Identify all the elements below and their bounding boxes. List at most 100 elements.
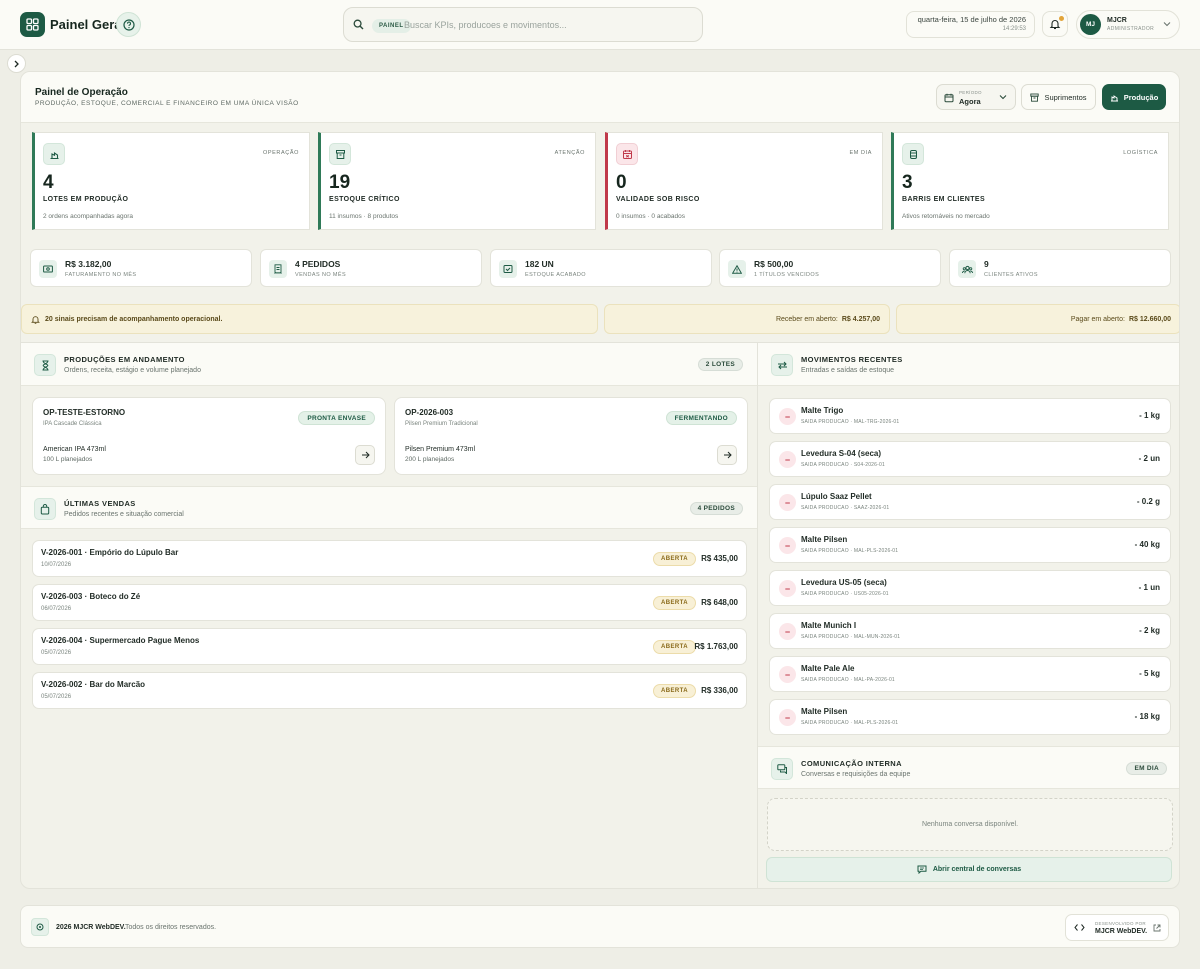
developer-name: MJCR WebDEV. [1095, 928, 1148, 935]
movement-row[interactable]: − Malte Pilsen SAIDA PRODUCAO · MAL-PLS-… [769, 527, 1171, 563]
open-production-button[interactable] [355, 445, 375, 465]
stat-overdue: R$ 500,00 1 TÍTULOS VENCIDOS [719, 249, 941, 287]
message-icon [917, 865, 927, 874]
section-subtitle: Ordens, receita, estágio e volume planej… [64, 367, 201, 374]
sale-row[interactable]: V-2026-003 · Boteco do Zé 06/07/2026 ABE… [32, 584, 747, 621]
search-input[interactable] [404, 17, 694, 33]
signals-alert[interactable]: 20 sinais precisam de acompanhamento ope… [21, 304, 598, 334]
receivables-value: R$ 4.257,00 [841, 316, 880, 323]
stat-finished-stock: 182 UN ESTOQUE ACABADO [490, 249, 712, 287]
logo-icon [31, 918, 49, 936]
sale-row[interactable]: V-2026-004 · Supermercado Pague Menos 05… [32, 628, 747, 665]
stat-revenue: R$ 3.182,00 FATURAMENTO NO MÊS [30, 249, 252, 287]
kpi-label: ESTOQUE CRÍTICO [329, 196, 400, 203]
kpi-card-kegs: LOGÍSTICA 3 BARRIS EM CLIENTES Ativos re… [891, 132, 1169, 230]
user-menu[interactable]: MJ MJCR ADMINISTRADOR [1076, 10, 1180, 39]
page-subtitle: PRODUÇÃO, ESTOQUE, COMERCIAL E FINANCEIR… [35, 100, 299, 107]
kpi-card-expiry-risk: EM DIA 0 VALIDADE SOB RISCO 0 insumos · … [605, 132, 883, 230]
movement-qty: - 0.2 g [1136, 497, 1160, 506]
productions-header: PRODUÇÕES EM ANDAMENTO Ordens, receita, … [21, 343, 757, 386]
sale-date: 06/07/2026 [41, 606, 72, 612]
production-recipe: IPA Cascade Clássica [43, 421, 102, 427]
production-button[interactable]: Produção [1102, 84, 1166, 110]
status-badge: PRONTA ENVASE [298, 411, 375, 425]
developer-link[interactable]: DESENVOLVIDO POR MJCR WebDEV. [1065, 914, 1169, 941]
minus-icon: − [779, 451, 796, 468]
sale-amount: R$ 1.763,00 [694, 642, 738, 651]
movement-row[interactable]: − Levedura S-04 (seca) SAIDA PRODUCAO · … [769, 441, 1171, 477]
chat-icon [771, 758, 793, 780]
footer: 2026 MJCR WebDEV. Todos os direitos rese… [20, 905, 1180, 948]
supplies-button[interactable]: Suprimentos [1021, 84, 1096, 110]
sale-amount: R$ 648,00 [701, 598, 738, 607]
minus-icon: − [779, 580, 796, 597]
kpi-tag: ATENÇÃO [554, 150, 585, 156]
receivables-summary: Receber em aberto: R$ 4.257,00 [604, 304, 890, 334]
section-title: COMUNICAÇÃO INTERNA [801, 759, 902, 768]
kpi-value: 19 [329, 172, 351, 193]
signals-alert-text: 20 sinais precisam de acompanhamento ope… [45, 316, 223, 323]
open-production-button[interactable] [717, 445, 737, 465]
chat-header: COMUNICAÇÃO INTERNA Conversas e requisiç… [758, 746, 1179, 789]
stat-label: FATURAMENTO NO MÊS [65, 272, 137, 278]
movement-item: Levedura US-05 (seca) [801, 578, 887, 587]
app-title: Painel Geral [50, 17, 126, 32]
open-conversations-button[interactable]: Abrir central de conversas [766, 857, 1172, 882]
notification-dot [1059, 16, 1064, 21]
external-link-icon [1153, 924, 1161, 932]
movement-row[interactable]: − Malte Pale Ale SAIDA PRODUCAO · MAL-PA… [769, 656, 1171, 692]
datetime-display: quarta-feira, 15 de julho de 2026 14:29:… [906, 11, 1035, 38]
count-badge: 4 PEDIDOS [689, 502, 743, 515]
production-card[interactable]: OP-2026-003 Pilsen Premium Tradicional F… [394, 397, 748, 475]
period-label: PERÍODO [959, 90, 982, 95]
production-volume: 100 L planejados [43, 456, 93, 463]
developer-label: DESENVOLVIDO POR [1095, 921, 1146, 926]
production-card[interactable]: OP-TESTE-ESTORNO IPA Cascade Clássica PR… [32, 397, 386, 475]
movement-row[interactable]: − Malte Trigo SAIDA PRODUCAO · MAL-TRG-2… [769, 398, 1171, 434]
kpi-subtext: 11 insumos · 8 produtos [329, 213, 399, 220]
movement-row[interactable]: − Malte Pilsen SAIDA PRODUCAO · MAL-PLS-… [769, 699, 1171, 735]
help-icon[interactable] [116, 12, 141, 37]
movements-header: MOVIMENTOS RECENTES Entradas e saídas de… [758, 343, 1179, 386]
search-icon [353, 19, 364, 30]
stat-value: 182 UN [525, 259, 554, 269]
movement-qty: - 2 kg [1139, 626, 1160, 635]
movement-ref: SAIDA PRODUCAO · SAAZ-2026-01 [801, 505, 890, 511]
movement-item: Lúpulo Saaz Pellet [801, 492, 872, 501]
archive-icon [1030, 93, 1040, 102]
status-badge: FERMENTANDO [665, 411, 737, 425]
movement-ref: SAIDA PRODUCAO · US05-2026-01 [801, 591, 889, 597]
kpi-card-critical-stock: ATENÇÃO 19 ESTOQUE CRÍTICO 11 insumos · … [318, 132, 596, 230]
sale-date: 10/07/2026 [41, 562, 72, 568]
movement-row[interactable]: − Lúpulo Saaz Pellet SAIDA PRODUCAO · SA… [769, 484, 1171, 520]
sale-date: 05/07/2026 [41, 650, 72, 656]
status-badge: ABERTA [653, 596, 696, 610]
barrel-icon [902, 143, 924, 165]
movement-row[interactable]: − Malte Munich I SAIDA PRODUCAO · MAL-MU… [769, 613, 1171, 649]
sale-row[interactable]: V-2026-001 · Empório do Lúpulo Bar 10/07… [32, 540, 747, 577]
movement-item: Malte Munich I [801, 621, 857, 630]
payables-summary: Pagar em aberto: R$ 12.660,00 [896, 304, 1179, 334]
count-badge: 2 LOTES [697, 358, 743, 371]
open-conversations-label: Abrir central de conversas [932, 866, 1022, 873]
sale-row[interactable]: V-2026-002 · Bar do Marcão 05/07/2026 AB… [32, 672, 747, 709]
dashboard-logo-icon[interactable] [20, 12, 45, 37]
sale-title: V-2026-002 · Bar do Marcão [41, 680, 146, 689]
production-code: OP-TESTE-ESTORNO [43, 408, 126, 417]
movement-row[interactable]: − Levedura US-05 (seca) SAIDA PRODUCAO ·… [769, 570, 1171, 606]
supplies-label: Suprimentos [1044, 92, 1087, 102]
stat-value: R$ 3.182,00 [65, 259, 112, 269]
minus-icon: − [779, 494, 796, 511]
period-select[interactable]: PERÍODO Agora [936, 84, 1016, 110]
production-icon [1110, 93, 1119, 102]
footer-brand: 2026 MJCR WebDEV. [56, 924, 126, 931]
cash-icon [39, 260, 57, 278]
production-label: Produção [1123, 92, 1159, 102]
kpi-tag: LOGÍSTICA [1123, 150, 1158, 156]
status-badge: ABERTA [653, 640, 696, 654]
users-icon [958, 260, 976, 278]
notifications-button[interactable] [1042, 11, 1068, 37]
sidebar-toggle-button[interactable] [7, 54, 26, 73]
sale-date: 05/07/2026 [41, 694, 72, 700]
payables-label: Pagar em aberto: [1070, 316, 1125, 323]
